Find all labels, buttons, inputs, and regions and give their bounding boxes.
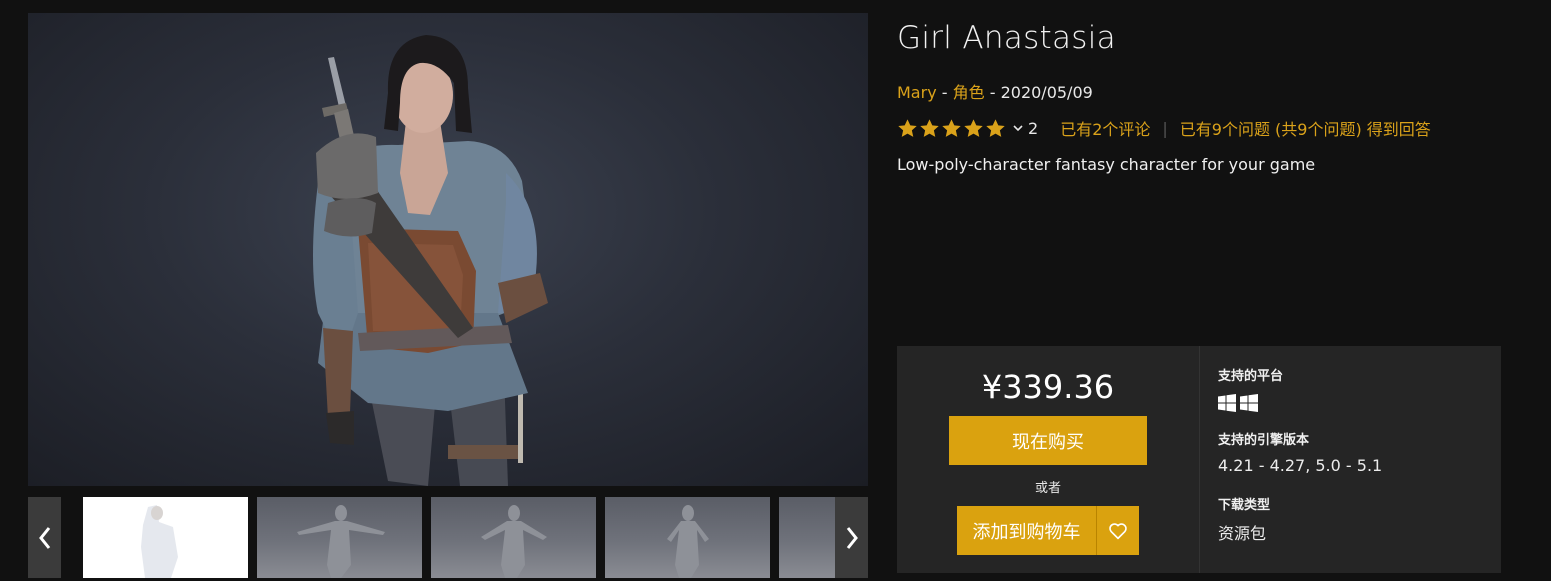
thumbnail-3[interactable]: [431, 497, 596, 578]
chevron-down-icon[interactable]: [1012, 122, 1024, 134]
heart-icon: [1109, 522, 1127, 539]
windows-icon: [1240, 394, 1258, 412]
cart-button-group: 添加到购物车: [957, 506, 1139, 555]
engine-versions-value: 4.21 - 4.27, 5.0 - 5.1: [1218, 456, 1383, 475]
purchase-panel: ¥339.36 现在购买 或者 添加到购物车 支持的平台 支持的引擎版本 4.2…: [897, 346, 1501, 573]
engine-versions-label: 支持的引擎版本: [1218, 433, 1310, 448]
platform-icons: [1218, 394, 1258, 412]
meta-separator: -: [984, 83, 1001, 102]
star-icon: [942, 118, 961, 137]
thumbnail-2[interactable]: [257, 497, 422, 578]
windows-icon: [1218, 394, 1236, 412]
reviews-link[interactable]: 已有2个评论: [1060, 116, 1150, 140]
price: ¥339.36: [981, 368, 1115, 406]
download-type-label: 下载类型: [1218, 498, 1271, 513]
product-description: Low-poly-character fantasy character for…: [897, 155, 1316, 174]
category-link[interactable]: 角色: [953, 83, 985, 102]
star-icon: [986, 118, 1005, 137]
character-render: [313, 35, 548, 486]
star-rating[interactable]: [897, 118, 1006, 139]
star-icon: [920, 118, 939, 137]
thumbnail-strip: [28, 497, 868, 578]
platforms-label: 支持的平台: [1218, 369, 1284, 384]
add-to-cart-button[interactable]: 添加到购物车: [957, 506, 1096, 555]
gallery-prev-button[interactable]: [28, 497, 61, 578]
product-title: Girl Anastasia: [897, 20, 1116, 56]
buy-now-button[interactable]: 现在购买: [949, 416, 1147, 465]
or-label: 或者: [1034, 481, 1061, 496]
rating-count: 2: [1028, 118, 1039, 138]
thumbnail-1[interactable]: [83, 497, 248, 578]
product-meta: Mary - 角色 - 2020/05/09: [897, 79, 1093, 103]
star-icon: [964, 118, 983, 137]
panel-divider: [1199, 346, 1200, 573]
questions-link[interactable]: 已有9个问题 (共9个问题) 得到回答: [1180, 116, 1431, 140]
wishlist-button[interactable]: [1096, 506, 1139, 555]
chevron-left-icon: [38, 526, 50, 549]
thumbnail-4[interactable]: [605, 497, 770, 578]
gallery-next-button[interactable]: [835, 497, 868, 578]
author-link[interactable]: Mary: [897, 83, 937, 102]
release-date: 2020/05/09: [1000, 83, 1093, 102]
thumbnail-5[interactable]: [779, 497, 835, 578]
main-preview-image[interactable]: [28, 13, 868, 486]
rating-row: 2 已有2个评论 | 已有9个问题 (共9个问题) 得到回答: [897, 116, 1431, 140]
divider: |: [1162, 118, 1168, 138]
meta-separator: -: [936, 83, 953, 102]
star-icon: [898, 118, 917, 137]
download-type-value: 资源包: [1218, 524, 1267, 543]
chevron-right-icon: [846, 526, 858, 549]
